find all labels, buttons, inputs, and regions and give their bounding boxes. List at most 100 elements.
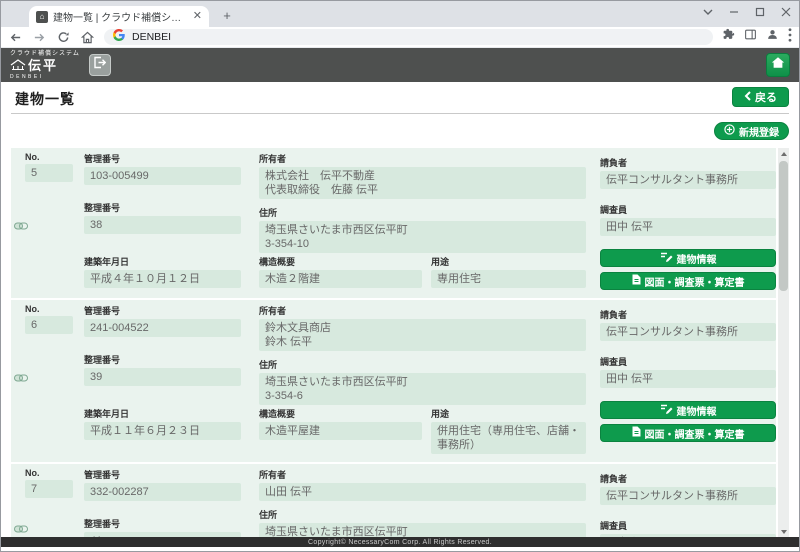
documents-button[interactable]: 図面・調査票・算定書 xyxy=(600,272,776,290)
owner-label: 所有者 xyxy=(259,152,586,165)
brand-name: 伝平 xyxy=(28,59,58,72)
app-header: クラウド補償システム 伝平 DENBEI xyxy=(1,48,799,82)
system-name: クラウド補償システム xyxy=(10,51,80,57)
owner-label: 所有者 xyxy=(259,304,586,317)
reload-icon[interactable] xyxy=(56,30,71,45)
structure-label: 構造概要 xyxy=(259,407,422,420)
building-record: No. 6 管理番号 241-004522 整理番号 39 xyxy=(11,300,776,462)
maximize-icon[interactable] xyxy=(755,7,765,17)
logout-icon xyxy=(93,56,106,74)
back-button[interactable]: 戻る xyxy=(732,87,789,107)
structure-field: 木造２階建 xyxy=(259,270,422,288)
tab-close-icon[interactable]: ✕ xyxy=(193,11,202,22)
browser-toolbar: DENBEI xyxy=(1,27,799,48)
list-edit-icon xyxy=(660,404,673,417)
contractor-field: 伝平コンサルタント事務所 xyxy=(600,487,776,505)
building-record: No. 5 管理番号 103-005499 整理番号 38 xyxy=(11,148,776,298)
minimize-icon[interactable] xyxy=(729,7,739,17)
structure-label: 構造概要 xyxy=(259,255,422,268)
forward-icon[interactable] xyxy=(32,30,47,45)
profile-icon[interactable] xyxy=(766,28,779,46)
address-field: 埼玉県さいたま市西区伝平町 3-354-10 xyxy=(259,221,586,253)
surveyor-label: 調査員 xyxy=(600,203,776,216)
owner-field: 株式会社 伝平不動産 代表取締役 佐藤 伝平 xyxy=(259,167,586,199)
scrollbar-thumb[interactable] xyxy=(779,161,788,291)
building-info-button[interactable]: 建物情報 xyxy=(600,249,776,267)
new-tab-button[interactable]: + xyxy=(219,8,235,24)
browser-tab[interactable]: ⌂ 建物一覧 | クラウド補償システム 伝平 ✕ xyxy=(29,6,209,27)
documents-label: 図面・調査票・算定書 xyxy=(645,426,745,441)
documents-button[interactable]: 図面・調査票・算定書 xyxy=(600,424,776,442)
browser-window: ⌂ 建物一覧 | クラウド補償システム 伝平 ✕ + DENBEI xyxy=(0,0,800,552)
address-label: 住所 xyxy=(259,358,586,371)
page-title: 建物一覧 xyxy=(15,89,75,109)
document-icon xyxy=(632,274,641,288)
building-info-label: 建物情報 xyxy=(677,251,717,266)
url-text[interactable]: DENBEI xyxy=(132,31,171,43)
logout-button[interactable] xyxy=(89,54,111,76)
side-panel-icon[interactable] xyxy=(744,28,757,46)
address-field: 埼玉県さいたま市西区伝平町 3-354-6 xyxy=(259,373,586,405)
surveyor-label: 調査員 xyxy=(600,519,776,532)
address-field: 埼玉県さいたま市西区伝平町 3-355-1 xyxy=(259,523,586,538)
ref-no-field: 39 xyxy=(84,368,241,386)
app-footer: Copyright© NecessaryCom Corp. All Rights… xyxy=(1,537,799,547)
ref-no-label: 整理番号 xyxy=(84,353,241,366)
building-record: No. 7 管理番号 332-002287 整理番号 41 xyxy=(11,464,776,538)
chevron-left-icon xyxy=(744,91,751,104)
close-icon[interactable] xyxy=(781,7,791,17)
app-home-button[interactable] xyxy=(766,53,790,77)
title-separator xyxy=(11,113,789,114)
owner-label: 所有者 xyxy=(259,468,586,481)
back-button-label: 戻る xyxy=(755,89,777,105)
link-icon[interactable] xyxy=(14,520,28,538)
no-label: No. xyxy=(25,468,73,478)
structure-field: 木造平屋建 xyxy=(259,422,422,440)
contractor-label: 請負者 xyxy=(600,156,776,169)
control-no-field: 241-004522 xyxy=(84,319,241,337)
link-icon[interactable] xyxy=(14,217,28,235)
plus-circle-icon xyxy=(724,124,735,138)
brand-roman: DENBEI xyxy=(10,75,80,80)
main-content: 建物一覧 戻る 新規登録 No. 5 xyxy=(1,82,799,538)
tab-search-icon[interactable] xyxy=(703,8,713,16)
no-field: 7 xyxy=(25,480,73,498)
build-date-field: 平成４年１０月１２日 xyxy=(84,270,241,288)
usage-field: 専用住宅 xyxy=(431,270,586,288)
scroll-up-icon[interactable] xyxy=(778,148,789,160)
address-label: 住所 xyxy=(259,206,586,219)
owner-field: 鈴木文具商店 鈴木 伝平 xyxy=(259,319,586,351)
documents-label: 図面・調査票・算定書 xyxy=(645,274,745,289)
extensions-icon[interactable] xyxy=(722,28,735,46)
back-icon[interactable] xyxy=(8,30,23,45)
favicon-icon: ⌂ xyxy=(36,11,48,23)
building-info-label: 建物情報 xyxy=(677,403,717,418)
build-date-label: 建築年月日 xyxy=(84,407,241,420)
new-register-button[interactable]: 新規登録 xyxy=(714,122,789,140)
app-logo: クラウド補償システム 伝平 DENBEI xyxy=(10,51,80,80)
menu-icon[interactable] xyxy=(788,28,792,47)
scrollbar[interactable] xyxy=(778,148,789,538)
control-no-field: 103-005499 xyxy=(84,167,241,185)
ref-no-label: 整理番号 xyxy=(84,201,241,214)
home-icon[interactable] xyxy=(80,30,95,45)
document-icon xyxy=(632,426,641,440)
browser-titlebar: ⌂ 建物一覧 | クラウド補償システム 伝平 ✕ + xyxy=(1,1,799,27)
logo-house-icon xyxy=(10,58,26,74)
surveyor-label: 調査員 xyxy=(600,355,776,368)
contractor-label: 請負者 xyxy=(600,308,776,321)
new-register-label: 新規登録 xyxy=(739,124,779,139)
building-info-button[interactable]: 建物情報 xyxy=(600,401,776,419)
surveyor-field: 田中 伝平 xyxy=(600,218,776,236)
copyright-text: Copyright© NecessaryCom Corp. All Rights… xyxy=(308,539,492,546)
build-date-field: 平成１１年６月２３日 xyxy=(84,422,241,440)
url-bar[interactable]: DENBEI xyxy=(104,29,713,45)
contractor-label: 請負者 xyxy=(600,472,776,485)
no-label: No. xyxy=(25,304,73,314)
no-field: 6 xyxy=(25,316,73,334)
no-field: 5 xyxy=(25,164,73,182)
link-icon[interactable] xyxy=(14,369,28,387)
building-list: No. 5 管理番号 103-005499 整理番号 38 xyxy=(11,148,789,538)
list-edit-icon xyxy=(660,252,673,265)
surveyor-field: 田中 伝平 xyxy=(600,370,776,388)
